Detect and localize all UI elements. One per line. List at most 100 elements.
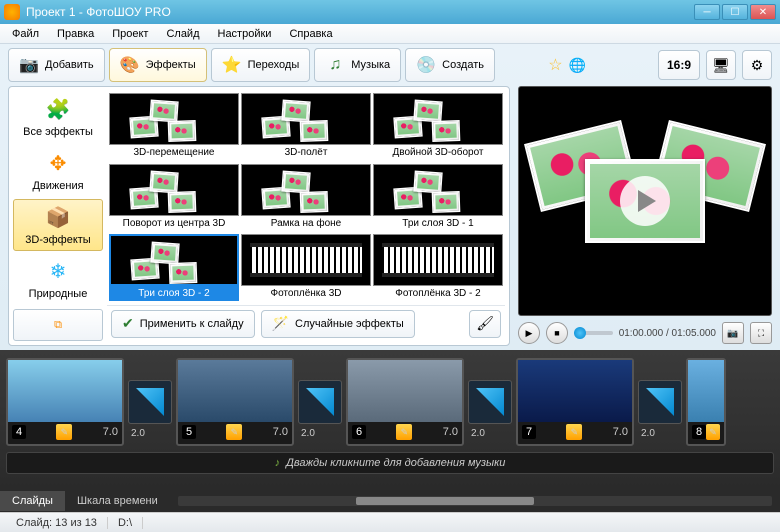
globe-icon[interactable]: 🌐 [569, 57, 586, 74]
aspect-ratio[interactable]: 16:9 [658, 50, 700, 80]
main-toolbar: 📷Добавить 🎨Эффекты ⭐ Переходы ♫Музыка 💿Со… [0, 44, 780, 86]
status-path: D:\ [108, 517, 143, 529]
transition-item[interactable]: 2.0 [468, 380, 512, 424]
fullscreen-button[interactable]: ⛶ [750, 322, 772, 344]
menubar: Файл Правка Проект Слайд Настройки Справ… [0, 24, 780, 44]
effect-label: Фотоплёнка 3D [268, 286, 343, 301]
effect-item[interactable]: Рамка на фоне [241, 164, 371, 233]
slide-duration: 7.0 [613, 426, 628, 438]
menu-file[interactable]: Файл [4, 26, 47, 42]
category-list: 🧩Все эффекты ✥Движения 📦3D-эффекты ❄ Прир… [13, 91, 103, 341]
effect-item[interactable]: 3D-полёт [241, 93, 371, 162]
preview-screen[interactable] [518, 86, 772, 316]
random-label: Случайные эффекты [295, 318, 404, 330]
minimize-button[interactable]: ─ [694, 4, 720, 20]
play-button[interactable]: ▶ [518, 322, 540, 344]
timeline-slide[interactable]: 4✎7.0 [6, 358, 124, 446]
transition-item[interactable]: 2.0 [298, 380, 342, 424]
tab-transitions[interactable]: ⭐ Переходы [211, 48, 311, 82]
effect-item[interactable]: Фотоплёнка 3D [241, 234, 371, 303]
brush-button[interactable]: 🖌 [469, 310, 501, 338]
disc-icon: 💿 [416, 55, 436, 75]
effects-panel: 🧩Все эффекты ✥Движения 📦3D-эффекты ❄ Прир… [8, 86, 510, 346]
slide-duration: 7.0 [103, 426, 118, 438]
random-button[interactable]: 🪄 Случайные эффекты [261, 310, 415, 338]
timeline-scrollbar[interactable] [178, 496, 772, 506]
slide-number: 5 [182, 425, 196, 439]
effect-item[interactable]: Фотоплёнка 3D - 2 [373, 234, 503, 303]
seek-slider[interactable] [574, 331, 613, 335]
edit-slide-button[interactable]: ✎ [706, 424, 720, 440]
star-icon: ⭐ [222, 55, 242, 75]
collage-icon: ⧉ [54, 319, 62, 332]
display-button[interactable]: 🖥 [706, 50, 736, 80]
effect-label: Двойной 3D-оборот [390, 145, 485, 160]
tab-add-label: Добавить [45, 59, 94, 71]
stop-button[interactable]: ■ [546, 322, 568, 344]
timeline-slide[interactable]: 6 ✎ 7.0 [346, 358, 464, 446]
favorite-icon[interactable]: ☆ [548, 55, 562, 75]
slide-duration: 7.0 [443, 426, 458, 438]
music-track[interactable]: ♪ Дважды кликните для добавления музыки [6, 452, 774, 474]
effect-label: Фотоплёнка 3D - 2 [393, 286, 482, 301]
transition-item[interactable]: 2.0 [128, 380, 172, 424]
effects-grid: 3D-перемещение 3D-полёт Двойной 3D-оборот П… [107, 91, 505, 305]
music-icon: ♫ [325, 55, 345, 75]
wand-icon: 🪄 [272, 315, 289, 332]
timeline-slide[interactable]: 7✎7.0 [516, 358, 634, 446]
edit-slide-button[interactable]: ✎ [396, 424, 412, 440]
play-overlay-icon [620, 176, 670, 226]
music-hint: Дважды кликните для добавления музыки [286, 457, 505, 469]
brush-icon: 🖌 [476, 315, 494, 332]
cat-all-label: Все эффекты [23, 126, 93, 138]
collage-button[interactable]: ⧉ [13, 309, 103, 341]
effect-item[interactable]: Двойной 3D-оборот [373, 93, 503, 162]
transition-item[interactable]: 2.0 [638, 380, 682, 424]
menu-slide[interactable]: Слайд [158, 26, 207, 42]
tab-transitions-label: Переходы [248, 59, 300, 71]
timeline-strip[interactable]: 4✎7.02.05✎7.02.06✎7.02.07✎7.02.08✎ [6, 356, 774, 448]
menu-project[interactable]: Проект [104, 26, 156, 42]
menu-edit[interactable]: Правка [49, 26, 102, 42]
cube-icon: 📦 [46, 205, 71, 230]
close-button[interactable]: ✕ [750, 4, 776, 20]
cat-3d[interactable]: 📦3D-эффекты [13, 199, 103, 251]
tab-timescale[interactable]: Шкала времени [65, 491, 170, 511]
effect-label: Три слоя 3D - 1 [400, 216, 475, 231]
timeline-slide[interactable]: 5✎7.0 [176, 358, 294, 446]
cat-all[interactable]: 🧩Все эффекты [13, 91, 103, 143]
titlebar: Проект 1 - ФотоШОУ PRO ─ ☐ ✕ [0, 0, 780, 24]
tab-create[interactable]: 💿Создать [405, 48, 495, 82]
maximize-button[interactable]: ☐ [722, 4, 748, 20]
apply-button[interactable]: ✔Применить к слайду [111, 310, 255, 338]
menu-settings[interactable]: Настройки [210, 26, 280, 42]
tab-effects[interactable]: 🎨Эффекты [109, 48, 207, 82]
effect-item[interactable]: Три слоя 3D - 1 [373, 164, 503, 233]
snowflake-icon: ❄ [50, 259, 67, 284]
snapshot-button[interactable]: 📷 [722, 322, 744, 344]
settings-button[interactable]: ⚙ [742, 50, 772, 80]
bottom-tabs: Слайды Шкала времени [0, 490, 780, 512]
menu-help[interactable]: Справка [281, 26, 340, 42]
edit-slide-button[interactable]: ✎ [56, 424, 72, 440]
effect-item[interactable]: 3D-перемещение [109, 93, 239, 162]
window-title: Проект 1 - ФотоШОУ PRO [26, 5, 694, 19]
timeline-slide[interactable]: 8✎ [686, 358, 726, 446]
edit-slide-button[interactable]: ✎ [566, 424, 582, 440]
cat-motion[interactable]: ✥Движения [13, 145, 103, 197]
effect-item[interactable]: Поворот из центра 3D [109, 164, 239, 233]
move-icon: ✥ [50, 151, 67, 176]
effect-item[interactable]: Три слоя 3D - 2 [109, 234, 239, 303]
edit-slide-button[interactable]: ✎ [226, 424, 242, 440]
cat-nature-label: Природные [29, 288, 88, 300]
check-icon: ✔ [122, 315, 134, 332]
tab-music[interactable]: ♫Музыка [314, 48, 401, 82]
tab-slides[interactable]: Слайды [0, 491, 65, 511]
tab-add[interactable]: 📷Добавить [8, 48, 105, 82]
statusbar: Слайд: 13 из 13 D:\ [0, 512, 780, 532]
slide-number: 6 [352, 425, 366, 439]
cat-nature[interactable]: ❄ Природные [13, 253, 103, 305]
music-note-icon: ♪ [275, 457, 281, 469]
effect-label: 3D-перемещение [132, 145, 217, 160]
palette-icon: 🎨 [120, 55, 140, 75]
